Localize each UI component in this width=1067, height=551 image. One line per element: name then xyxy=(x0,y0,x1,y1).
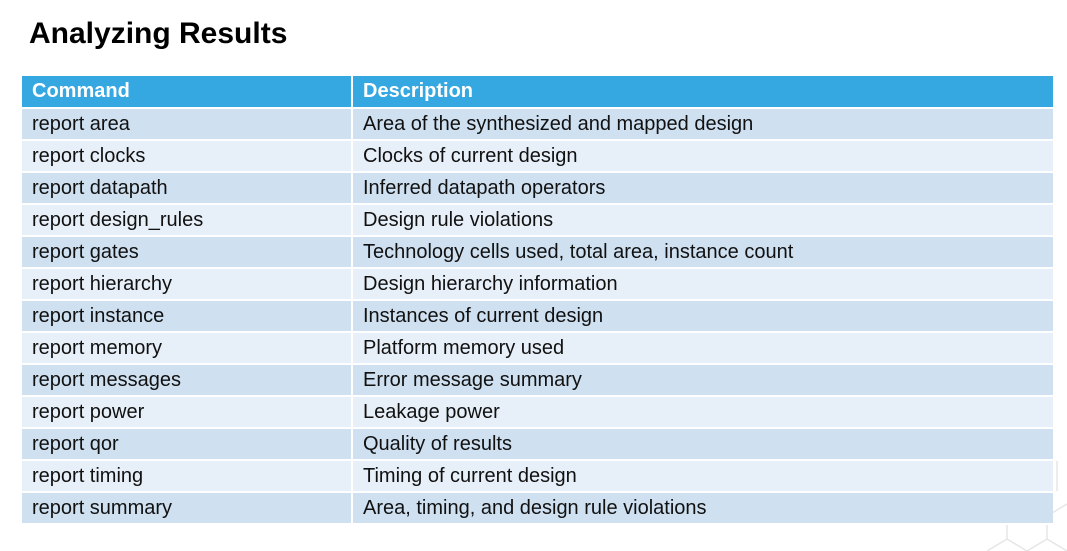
command-cell: report qor xyxy=(22,428,353,461)
commands-table: Command Description report area Area of … xyxy=(22,76,1053,525)
description-cell: Quality of results xyxy=(352,428,1053,461)
table-row: report timing Timing of current design xyxy=(22,460,1053,493)
page-title: Analyzing Results xyxy=(29,17,288,50)
command-cell: report memory xyxy=(22,332,353,365)
table-row: report hierarchy Design hierarchy inform… xyxy=(22,268,1053,301)
description-cell: Platform memory used xyxy=(352,332,1053,365)
command-cell: report instance xyxy=(22,300,353,333)
description-cell: Error message summary xyxy=(352,364,1053,397)
description-cell: Design rule violations xyxy=(352,204,1053,237)
table-row: report datapath Inferred datapath operat… xyxy=(22,172,1053,205)
table-row: report memory Platform memory used xyxy=(22,332,1053,365)
table-row: report gates Technology cells used, tota… xyxy=(22,236,1053,269)
command-cell: report datapath xyxy=(22,172,353,205)
table-row: report instance Instances of current des… xyxy=(22,300,1053,333)
description-cell: Area of the synthesized and mapped desig… xyxy=(352,108,1053,141)
table-row: report area Area of the synthesized and … xyxy=(22,108,1053,141)
table-row: report qor Quality of results xyxy=(22,428,1053,461)
description-cell: Leakage power xyxy=(352,396,1053,429)
description-cell: Area, timing, and design rule violations xyxy=(352,492,1053,525)
description-cell: Inferred datapath operators xyxy=(352,172,1053,205)
description-cell: Instances of current design xyxy=(352,300,1053,333)
command-cell: report timing xyxy=(22,460,353,493)
command-cell: report summary xyxy=(22,492,353,525)
table-row: report summary Area, timing, and design … xyxy=(22,492,1053,525)
table-row: report design_rules Design rule violatio… xyxy=(22,204,1053,237)
column-header-description: Description xyxy=(352,76,1053,109)
command-cell: report clocks xyxy=(22,140,353,173)
command-cell: report power xyxy=(22,396,353,429)
description-cell: Clocks of current design xyxy=(352,140,1053,173)
table-row: report messages Error message summary xyxy=(22,364,1053,397)
command-cell: report gates xyxy=(22,236,353,269)
table-header-row: Command Description xyxy=(22,76,1053,109)
description-cell: Design hierarchy information xyxy=(352,268,1053,301)
command-cell: report hierarchy xyxy=(22,268,353,301)
column-header-command: Command xyxy=(22,76,353,109)
command-cell: report design_rules xyxy=(22,204,353,237)
command-cell: report area xyxy=(22,108,353,141)
table-row: report clocks Clocks of current design xyxy=(22,140,1053,173)
description-cell: Technology cells used, total area, insta… xyxy=(352,236,1053,269)
command-cell: report messages xyxy=(22,364,353,397)
table-row: report power Leakage power xyxy=(22,396,1053,429)
description-cell: Timing of current design xyxy=(352,460,1053,493)
